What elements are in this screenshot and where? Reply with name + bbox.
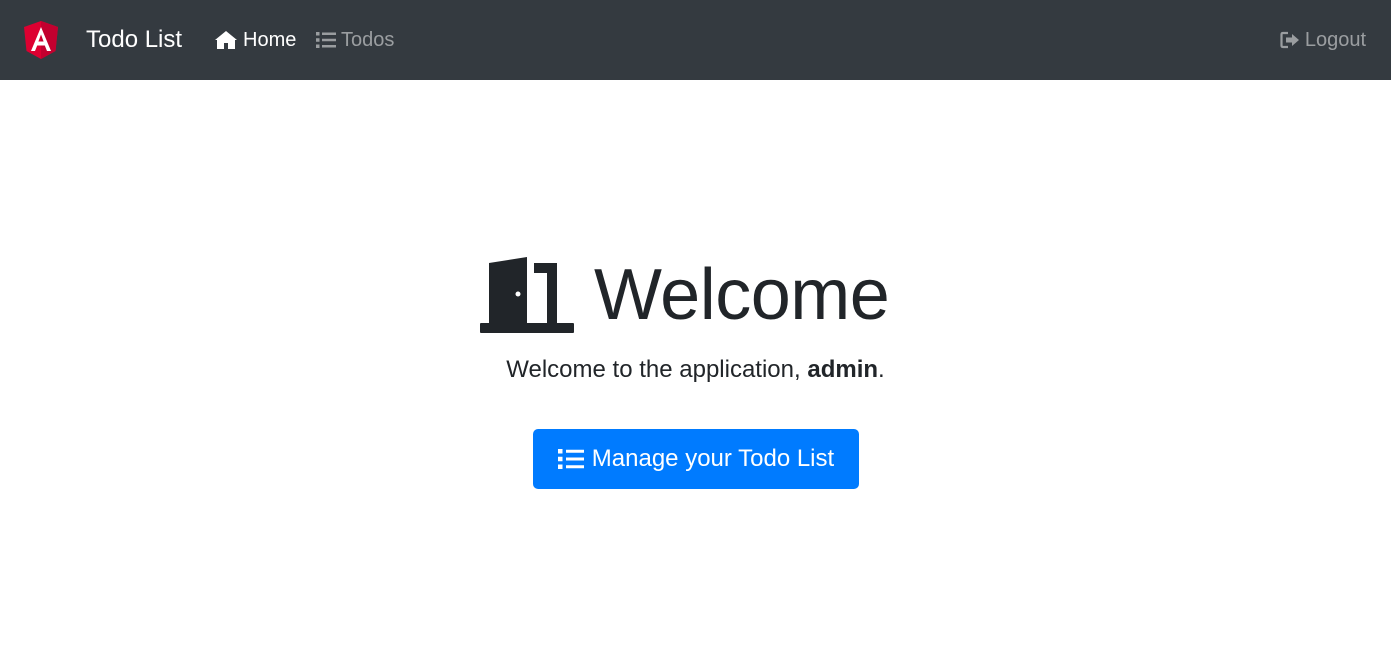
welcome-message-suffix: .	[878, 356, 885, 383]
list-icon	[557, 449, 584, 469]
door-open-icon	[480, 257, 574, 333]
sign-out-icon	[1280, 31, 1299, 49]
welcome-section: Welcome Welcome to the application, admi…	[0, 80, 1391, 671]
manage-todo-list-label: Manage your Todo List	[591, 445, 835, 472]
manage-todo-list-button[interactable]: Manage your Todo List	[533, 429, 859, 489]
top-navbar: Todo List Home Todos Logout	[0, 0, 1391, 80]
welcome-heading: Welcome	[480, 255, 890, 335]
username: admin	[807, 356, 879, 383]
list-icon	[316, 32, 336, 48]
welcome-message: Welcome to the application, admin.	[0, 355, 1391, 385]
angular-logo-icon[interactable]	[21, 20, 61, 60]
nav-link-todos-label: Todos	[341, 29, 395, 51]
page-title: Welcome	[594, 255, 890, 335]
nav-link-home-label: Home	[243, 29, 297, 51]
nav-link-todos[interactable]: Todos	[316, 27, 394, 53]
logout-link[interactable]: Logout	[1280, 27, 1366, 53]
home-icon	[215, 31, 237, 49]
brand-title[interactable]: Todo List	[86, 25, 182, 55]
welcome-message-prefix: Welcome to the application,	[506, 356, 808, 383]
nav-link-home[interactable]: Home	[214, 27, 296, 53]
logout-label: Logout	[1304, 29, 1366, 51]
